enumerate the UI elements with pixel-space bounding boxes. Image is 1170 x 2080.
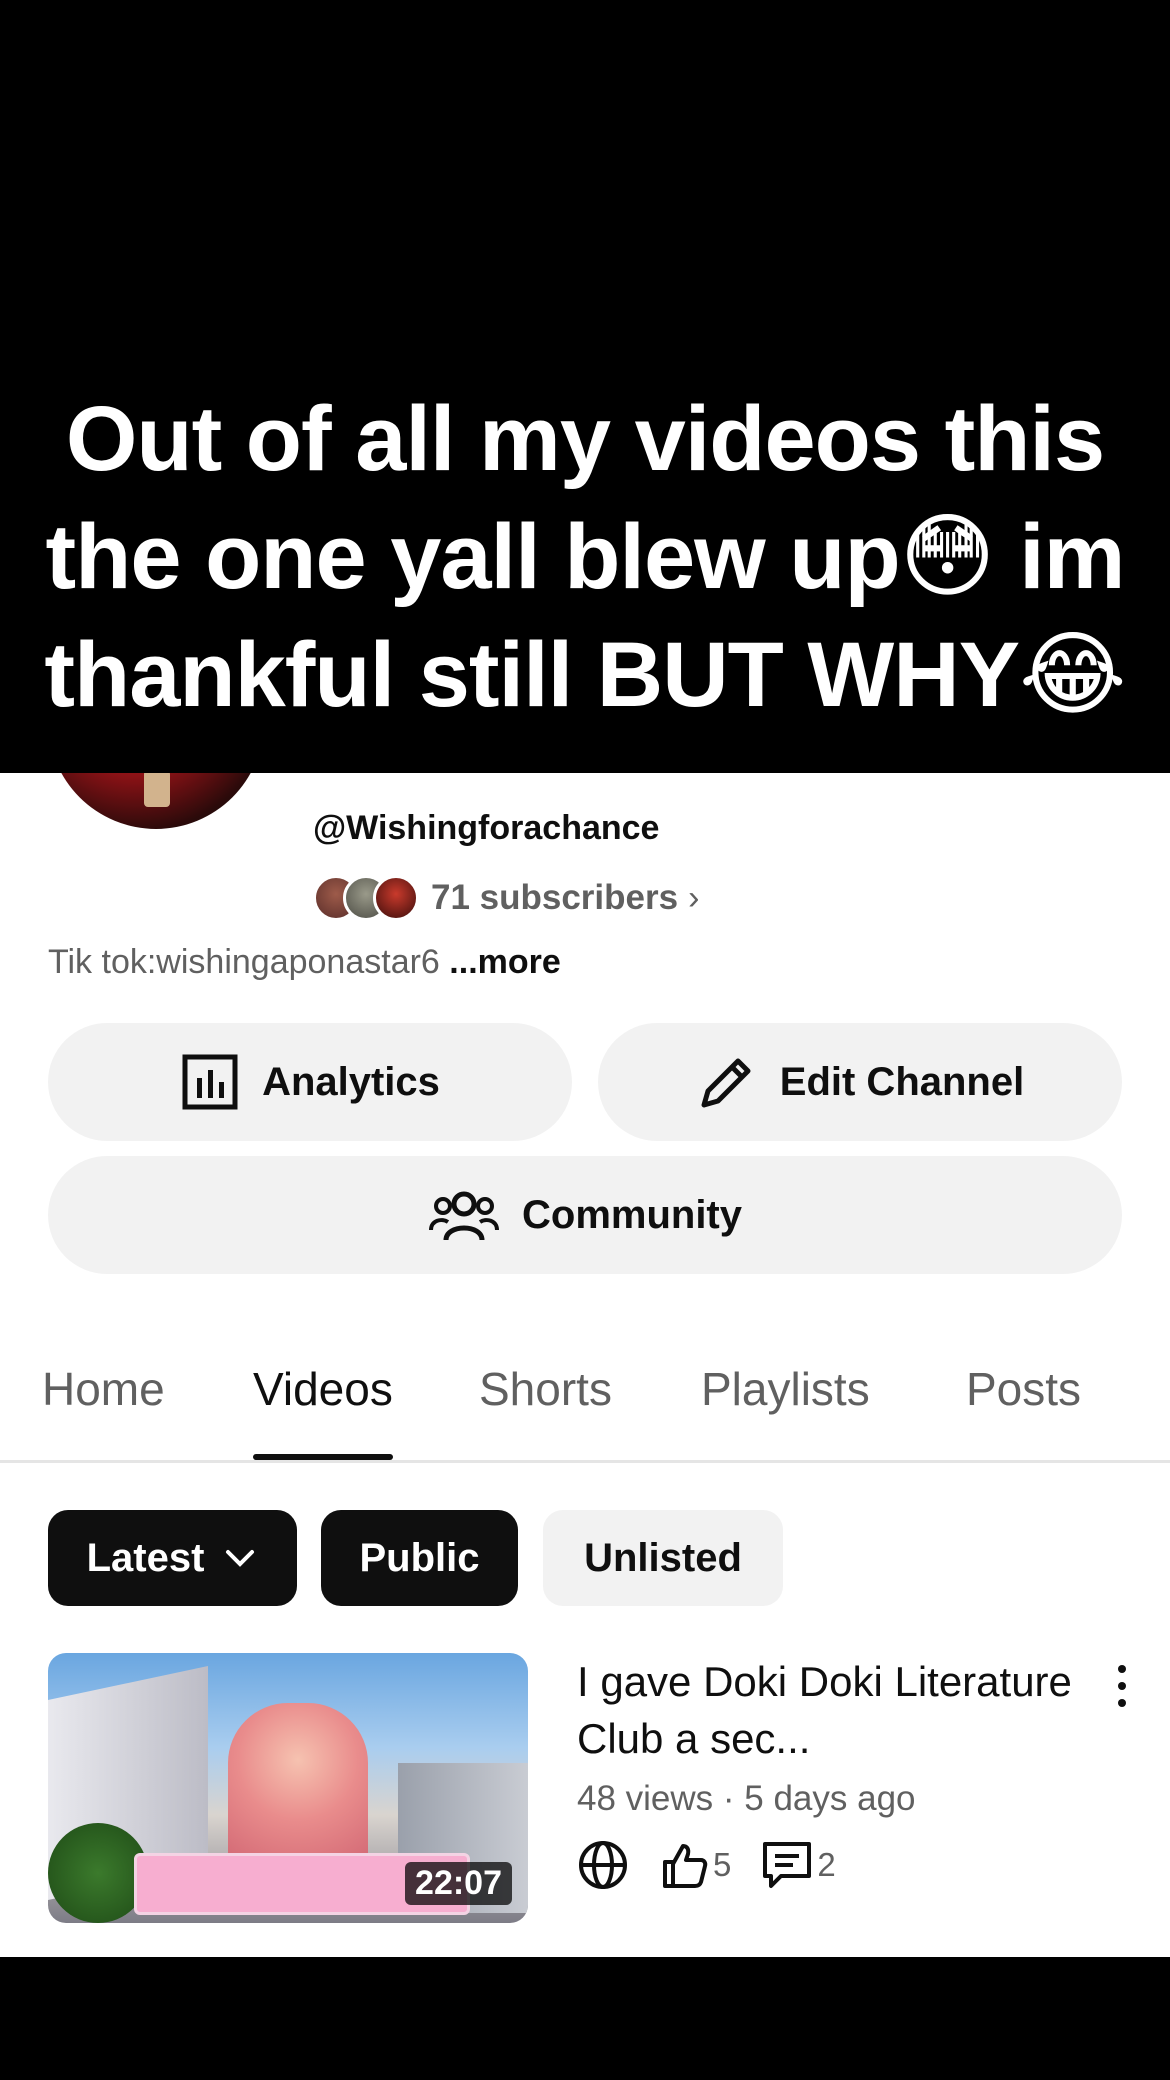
kebab-dot [1118,1665,1126,1673]
comment-icon [763,1842,812,1888]
more-options-icon[interactable] [1110,1661,1134,1721]
thumbnail-bush [48,1823,148,1923]
tab-home[interactable]: Home [42,1318,165,1460]
channel-handle: @Wishingforachance [313,809,660,847]
bio-text: Tik tok:wishingaponastar6 [48,943,440,981]
video-caption-overlay: Out of all my videos this the one yall b… [0,0,1170,773]
tab-playlists[interactable]: Playlists [701,1318,870,1460]
bio-more-link[interactable]: ...more [449,943,560,981]
kebab-dot [1118,1682,1126,1690]
video-duration: 22:07 [405,1862,512,1905]
kebab-dot [1118,1699,1126,1707]
comment-count: 2 [817,1846,836,1883]
channel-bio: Tik tok:wishingaponastar6 ...more [48,943,561,982]
subscriber-avatars [313,873,425,923]
edit-channel-label: Edit Channel [779,1059,1025,1104]
filter-unlisted[interactable]: Unlisted [543,1510,783,1606]
channel-page: @Wishingforachance 71 subscribers › Tik … [0,773,1170,1957]
analytics-button[interactable]: Analytics [48,1023,572,1141]
channel-avatar[interactable] [48,773,264,829]
tab-shorts[interactable]: Shorts [479,1318,612,1460]
analytics-label: Analytics [262,1059,440,1104]
video-thumbnail[interactable]: 22:07 [48,1653,528,1923]
pencil-icon [701,1058,751,1108]
tab-videos[interactable]: Videos [253,1318,393,1460]
video-meta: 48 views · 5 days ago [577,1779,916,1818]
subscribers-row[interactable]: 71 subscribers › [313,873,699,923]
community-label: Community [522,1192,742,1237]
chevron-right-icon: › [688,878,700,917]
channel-tabs: Home Videos Shorts Playlists Posts [0,1318,1170,1463]
caption-text: Out of all my videos this the one yall b… [44,388,1126,726]
like-count: 5 [713,1846,732,1883]
tab-posts[interactable]: Posts [966,1318,1081,1460]
sort-label: Latest [86,1535,205,1580]
video-title[interactable]: I gave Doki Doki Literature Club a sec..… [577,1653,1077,1767]
avatar-figure [144,773,170,807]
subscriber-count: 71 subscribers [431,878,679,917]
video-list-item[interactable]: 22:07 I gave Doki Doki Literature Club a… [0,1653,1170,1925]
video-stats: 5 2 [577,1839,866,1891]
chevron-down-icon [226,1550,255,1567]
analytics-icon [182,1054,238,1110]
sort-dropdown[interactable]: Latest [48,1510,297,1606]
community-button[interactable]: Community [48,1156,1122,1274]
subscriber-avatar [373,875,419,921]
thumbs-up-icon [663,1844,708,1888]
filter-public[interactable]: Public [321,1510,518,1606]
edit-channel-button[interactable]: Edit Channel [598,1023,1122,1141]
globe-icon [579,1841,627,1889]
community-icon [429,1191,499,1241]
